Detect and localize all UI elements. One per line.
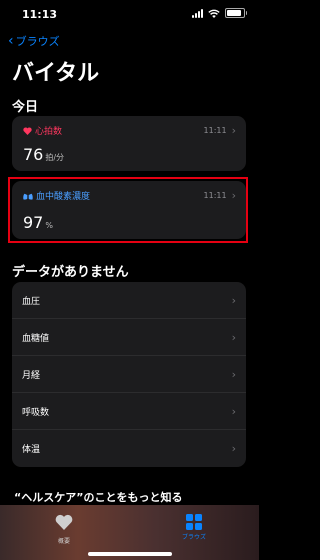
tab-browse-label: ブラウズ <box>181 534 206 541</box>
heart-rate-number: 76 <box>23 145 44 164</box>
chevron-right-icon: › <box>231 124 236 137</box>
heart-rate-value: 76 拍/分 <box>23 145 64 164</box>
back-label: ブラウズ <box>15 35 60 48</box>
tab-bar: 概要 ブラウズ <box>0 505 259 560</box>
page-title: バイタル <box>12 61 100 86</box>
highlight-box <box>8 177 248 243</box>
chevron-right-icon: › <box>231 293 236 307</box>
grid-icon <box>186 514 202 530</box>
back-button[interactable]: ‹ ブラウズ <box>8 33 60 49</box>
heart-rate-card[interactable]: 心拍数 11:11 › 76 拍/分 <box>12 116 246 171</box>
wifi-icon <box>208 9 220 18</box>
heart-rate-time: 11:11 <box>203 126 227 135</box>
chevron-right-icon: › <box>231 404 236 418</box>
list-item-body-temperature[interactable]: 体温 › <box>12 430 246 467</box>
signal-icon <box>192 8 203 18</box>
list-item-label: 血糖値 <box>22 333 50 344</box>
chevron-left-icon: ‹ <box>8 33 14 49</box>
list-item-blood-pressure[interactable]: 血圧 › <box>12 282 246 319</box>
tab-browse[interactable]: ブラウズ <box>174 514 214 541</box>
heart-icon <box>23 126 32 135</box>
list-item-blood-glucose[interactable]: 血糖値 › <box>12 319 246 356</box>
list-item-respiratory-rate[interactable]: 呼吸数 › <box>12 393 246 430</box>
list-item-label: 体温 <box>22 445 41 455</box>
home-indicator <box>88 552 172 556</box>
heart-rate-unit: 拍/分 <box>45 153 65 162</box>
no-data-list: 血圧 › 血糖値 › 月経 › 呼吸数 › 体温 › <box>12 282 246 467</box>
chevron-right-icon: › <box>231 442 236 455</box>
today-header: 今日 <box>12 100 39 115</box>
status-time: 11:13 <box>22 8 58 21</box>
heart-icon <box>55 514 73 530</box>
status-icons <box>192 8 247 18</box>
list-item-label: 呼吸数 <box>22 407 50 418</box>
heart-rate-meta: 11:11 › <box>204 124 236 137</box>
tab-summary[interactable]: 概要 <box>44 514 84 545</box>
list-item-label: 血圧 <box>22 296 41 307</box>
heart-rate-label: 心拍数 <box>23 124 62 137</box>
chevron-right-icon: › <box>231 367 236 381</box>
chevron-right-icon: › <box>231 330 236 344</box>
learn-more-header: “ヘルスケア”のことをもっと知る <box>14 491 183 504</box>
status-bar: 11:13 <box>0 0 259 28</box>
no-data-header: データがありません <box>12 265 129 280</box>
tab-summary-label: 概要 <box>57 538 70 545</box>
heart-rate-label-text: 心拍数 <box>35 127 63 137</box>
list-item-label: 月経 <box>22 370 41 381</box>
battery-icon <box>225 8 247 18</box>
list-item-menstruation[interactable]: 月経 › <box>12 356 246 393</box>
